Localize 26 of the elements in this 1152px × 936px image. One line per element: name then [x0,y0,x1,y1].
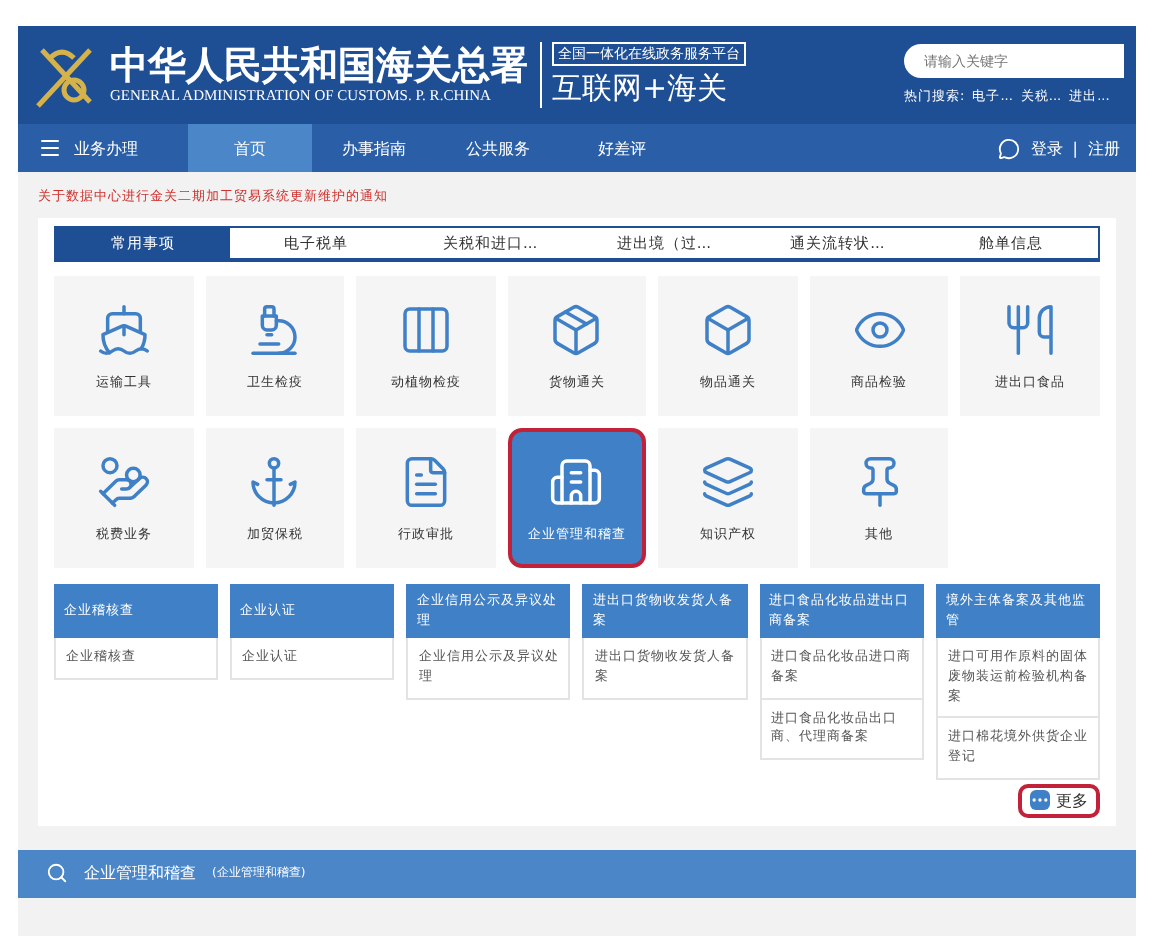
nav-item[interactable]: 办事指南 [312,124,436,172]
building-icon [548,453,605,509]
site-title: 中华人民共和国海关总署 [110,45,528,87]
package-icon [548,301,605,357]
nav-item[interactable]: 好差评 [560,124,684,172]
anchor-icon [246,453,303,509]
section-title: 企业管理和稽查 [84,862,196,885]
nav-item[interactable]: 公共服务 [436,124,560,172]
layers-icon [700,453,757,509]
menu-icon [38,136,62,160]
more-icon [1030,790,1050,811]
nav-item[interactable]: 首页 [188,124,312,172]
coin-hand-icon [95,453,152,509]
cube-icon [700,301,757,357]
microscope-icon [246,301,303,357]
business-menu-button[interactable]: 业务办理 [18,124,188,172]
separator: | [1072,139,1078,157]
search-icon [46,862,68,885]
chat-icon [998,137,1021,159]
fork-knife-icon [1002,301,1059,357]
ship-icon [95,301,152,357]
more-button[interactable]: 更多 [1018,783,1100,818]
register-link[interactable]: 注册 [1088,137,1120,159]
login-link[interactable]: 登录 [1030,137,1063,159]
test-tubes-icon [397,301,454,357]
platform-name: 互联网+海关 [552,70,730,108]
